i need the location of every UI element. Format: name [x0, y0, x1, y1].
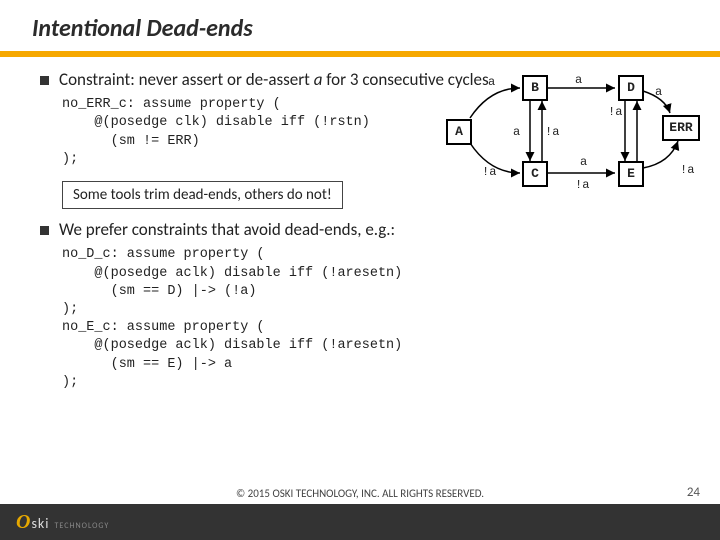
accent-bar	[0, 51, 720, 57]
logo: O ski TECHNOLOGY	[16, 511, 109, 534]
edge-label-na4: !a	[575, 178, 589, 192]
edge-label-a3: a	[575, 73, 582, 87]
logo-rest: ski	[31, 515, 49, 532]
bullet-1-text: Constraint: never assert or de-assert a …	[59, 69, 489, 90]
bullet-2-text: We prefer constraints that avoid dead-en…	[59, 219, 395, 240]
bullet-2: We prefer constraints that avoid dead-en…	[40, 219, 692, 240]
edge-label-na3: !a	[608, 105, 622, 119]
edge-label-na1: !a	[482, 165, 496, 179]
state-diagram: A B C D E ERR a !a a !a a !a a !a a !a	[430, 63, 710, 213]
bullet-square-icon	[40, 226, 49, 235]
edge-label-a2: a	[513, 125, 520, 139]
logo-tech: TECHNOLOGY	[55, 521, 110, 531]
state-D: D	[618, 75, 644, 101]
state-B: B	[522, 75, 548, 101]
edge-label-na5: !a	[680, 163, 694, 177]
edge-label-a1: a	[488, 75, 495, 89]
slide: Intentional Dead-ends Constraint: never …	[0, 0, 720, 540]
bullet1-pre: Constraint: never assert or de-assert	[59, 69, 314, 90]
content-area: Constraint: never assert or de-assert a …	[0, 69, 720, 392]
state-C: C	[522, 161, 548, 187]
logo-o: O	[16, 511, 30, 534]
edge-label-a4: a	[580, 155, 587, 169]
edge-label-na2: !a	[545, 125, 559, 139]
bullet-square-icon	[40, 76, 49, 85]
slide-title: Intentional Dead-ends	[0, 0, 720, 51]
page-number: 24	[687, 485, 700, 500]
state-ERR: ERR	[662, 115, 700, 141]
edge-label-a5: a	[655, 85, 662, 99]
note-box: Some tools trim dead-ends, others do not…	[62, 181, 343, 209]
state-A: A	[446, 119, 472, 145]
copyright-text: © 2015 OSKI TECHNOLOGY, INC. ALL RIGHTS …	[236, 487, 484, 500]
footer-bar: O ski TECHNOLOGY	[0, 504, 720, 540]
state-E: E	[618, 161, 644, 187]
code-block-2: no_D_c: assume property ( @(posedge aclk…	[62, 246, 692, 392]
